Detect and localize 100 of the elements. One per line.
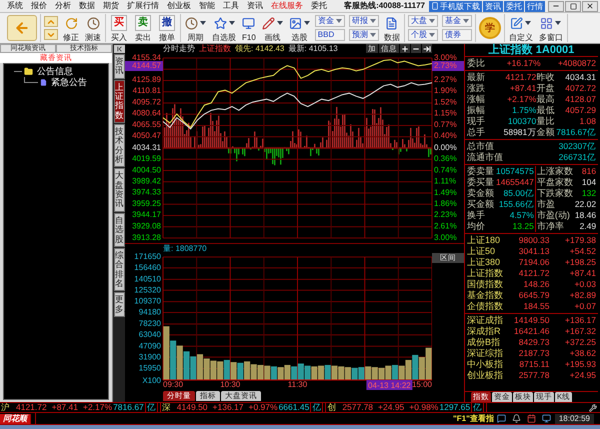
menu-item[interactable]: 资讯	[247, 0, 263, 12]
menu-item[interactable]: 在线服务	[271, 0, 303, 12]
chart-button[interactable]	[411, 44, 421, 53]
field-label: 最高	[536, 94, 554, 105]
toolbar-button[interactable]: 大盘	[408, 15, 438, 27]
side-tab[interactable]: 上证指数	[114, 80, 124, 124]
toolbar-button[interactable]: 周期	[184, 14, 207, 42]
calendar-icon[interactable]	[526, 414, 536, 423]
toolbar-button[interactable]: BBD	[314, 29, 345, 41]
menu-item[interactable]: 创业板	[167, 0, 191, 12]
menu-item[interactable]: 工具	[223, 0, 239, 12]
tree-item[interactable]: 公告信息	[37, 64, 73, 78]
field-value: 8715.11	[518, 359, 550, 370]
toolbar-button[interactable]: 画线	[260, 14, 284, 42]
menu-item[interactable]: 系统	[7, 0, 23, 12]
field-value: +24.95	[568, 370, 596, 381]
menu-item[interactable]: 期货	[103, 0, 119, 12]
monitor-icon[interactable]	[542, 414, 551, 423]
axis-label: 3989.42	[132, 176, 161, 186]
field-label: 买金额	[467, 199, 494, 210]
index-name: 成份B指	[467, 337, 502, 348]
menu-item[interactable]: 报价	[31, 0, 47, 12]
side-tab[interactable]: 资讯	[114, 54, 124, 79]
axis-label: 10:30	[220, 380, 240, 389]
side-tab[interactable]: 大盘资讯	[114, 168, 124, 212]
caret-icon	[200, 21, 206, 25]
field-value: 3041.13	[518, 246, 550, 257]
menu-item[interactable]: 数据	[79, 0, 95, 12]
wrench-icon[interactable]	[589, 404, 597, 412]
field-value: 8429.73	[518, 337, 550, 348]
field-value: 100370	[506, 116, 536, 127]
toolbar-button[interactable]: 资金	[314, 15, 345, 27]
field-label: 振幅	[467, 105, 485, 116]
field-value: 13.25	[512, 221, 534, 232]
toolbar-button[interactable]: 个股	[408, 29, 438, 41]
cursor-time-label: 04-13 14:22	[366, 380, 412, 390]
toolbar-button[interactable]: F10	[241, 14, 257, 42]
header-button[interactable]: 资讯	[483, 0, 503, 12]
index-name: 上证180	[467, 235, 502, 246]
field-value: 4072.72	[564, 83, 596, 94]
field-value: 6645.79	[518, 290, 550, 301]
menu-item[interactable]: 扩展行情	[127, 0, 159, 12]
toolbar-button[interactable]: 自定义	[508, 14, 534, 42]
side-tab[interactable]: 综合排名	[114, 248, 124, 292]
amount-value: 7816.67	[113, 403, 144, 412]
edit-icon	[510, 16, 524, 30]
toolbar-button[interactable]: 多窗口	[538, 14, 564, 42]
axis-label: 4155.34	[132, 53, 161, 62]
menu-item[interactable]: 委托	[311, 0, 327, 12]
axis-label: 2.61%	[434, 221, 457, 230]
minimize-button[interactable]	[548, 0, 564, 12]
bell-icon[interactable]	[512, 414, 521, 423]
menu-item[interactable]: 智能	[199, 0, 215, 12]
header-button[interactable]: 行情	[525, 0, 545, 12]
learn-button[interactable]: 学	[478, 17, 501, 39]
field-value: +179.38	[564, 235, 596, 246]
toolbar-button[interactable]: 研报	[348, 15, 379, 27]
caret-icon	[428, 33, 435, 37]
side-tab[interactable]: 自选股	[114, 212, 124, 247]
toolbar-button[interactable]: 撤 撤单	[157, 14, 177, 42]
axis-label: 78230	[138, 319, 161, 328]
field-value: +2.17%	[506, 94, 536, 105]
side-tab[interactable]: 技术分析	[114, 124, 124, 168]
header-button[interactable]: 手机版下载	[429, 0, 482, 12]
percent-value: +0.98%	[409, 403, 438, 412]
chart-button[interactable]	[422, 44, 432, 53]
toolbar-button[interactable]: 预测	[348, 29, 379, 41]
toolbar-button[interactable]: 自选股	[211, 14, 237, 42]
toolbar-button[interactable]: 数据	[382, 14, 401, 42]
toolbar-button[interactable]: 买 买入	[109, 14, 129, 42]
clock-time: 18:02:59	[554, 414, 594, 424]
unit-label: 亿	[471, 402, 484, 413]
menu-item[interactable]: 分析	[55, 0, 71, 12]
toolbar-button[interactable]: 修正	[62, 14, 80, 42]
toolbar-button[interactable]: 测速	[84, 14, 102, 42]
chat-icon[interactable]	[496, 414, 506, 423]
side-tab[interactable]: 更多.	[114, 292, 124, 317]
toolbar-button[interactable]: 基金	[442, 15, 472, 27]
field-value: 4128.07	[564, 94, 596, 105]
axis-label: 3.00%	[434, 53, 457, 62]
monitor-icon	[242, 16, 256, 30]
market-label: 深	[160, 403, 172, 412]
document-icon	[40, 79, 47, 86]
field-value: +87.41	[509, 83, 536, 94]
close-button[interactable]	[582, 0, 598, 12]
axis-label: 109370	[134, 296, 161, 306]
tree-item[interactable]: 紧急公告	[51, 76, 87, 90]
clock-icon	[185, 16, 198, 30]
chart-button[interactable]	[400, 44, 410, 53]
percent-value: +2.17%	[82, 403, 112, 412]
caret-icon	[228, 21, 234, 25]
toolbar-button[interactable]: 卖 卖出	[133, 14, 153, 42]
field-label: 开盘	[536, 83, 554, 94]
header-button[interactable]: 委托	[504, 0, 524, 12]
latest-value: 最新: 4105.13	[288, 44, 338, 53]
index-name: 上证指数	[467, 268, 503, 279]
toolbar-button[interactable]: 选股	[288, 14, 311, 42]
toolbar-button[interactable]: 债券	[442, 29, 472, 41]
cursor-percent-label: 2.73%	[432, 61, 464, 71]
maximize-button[interactable]	[565, 0, 581, 12]
